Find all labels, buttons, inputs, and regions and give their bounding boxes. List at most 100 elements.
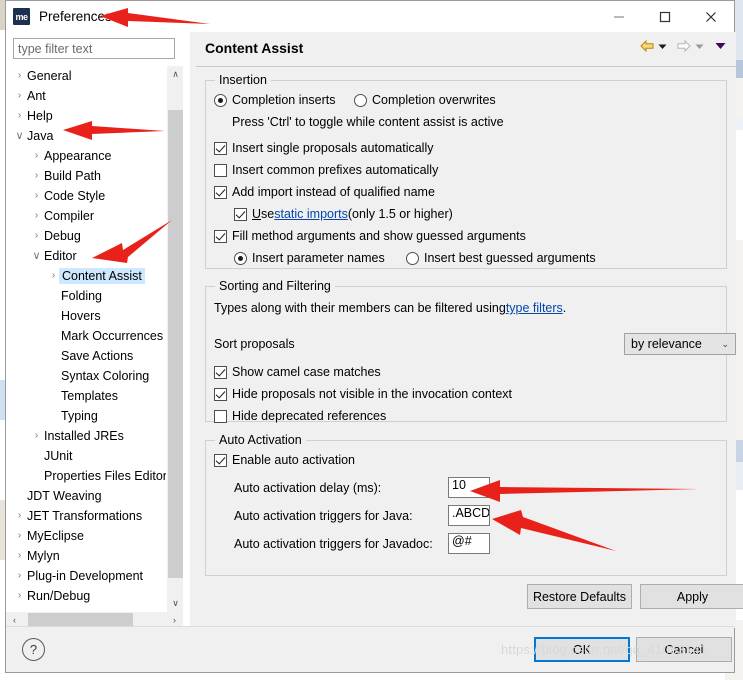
- tree-item[interactable]: › Compiler: [6, 206, 166, 226]
- checkbox-indicator: [214, 229, 227, 243]
- tree-item-label: Content Assist: [59, 268, 145, 284]
- scroll-down-icon[interactable]: ∨: [167, 595, 184, 612]
- tree-item[interactable]: › Debug: [6, 226, 166, 246]
- tree-item[interactable]: Save Actions: [6, 346, 166, 366]
- tree-item-label: Build Path: [44, 169, 101, 183]
- use-static-imports-checkbox[interactable]: Use static imports (only 1.5 or higher): [234, 207, 453, 221]
- chevron-right-icon[interactable]: ›: [12, 551, 27, 561]
- java-triggers-label: Auto activation triggers for Java:: [234, 509, 413, 523]
- tree-item[interactable]: Hovers: [6, 306, 166, 326]
- add-import-checkbox[interactable]: Add import instead of qualified name: [214, 185, 435, 199]
- tree-item[interactable]: › JET Transformations: [6, 506, 166, 526]
- enable-auto-activation-checkbox[interactable]: Enable auto activation: [214, 453, 355, 467]
- help-icon[interactable]: ?: [22, 638, 45, 661]
- insert-parameter-names-radio[interactable]: Insert parameter names: [234, 251, 385, 265]
- chevron-right-icon[interactable]: ›: [12, 71, 27, 81]
- hide-not-visible-checkbox[interactable]: Hide proposals not visible in the invoca…: [214, 387, 512, 401]
- chevron-right-icon[interactable]: ›: [12, 111, 27, 121]
- tree-vertical-scrollbar[interactable]: ∧ ∨: [166, 66, 183, 612]
- maximize-button[interactable]: [642, 1, 688, 32]
- tree-item[interactable]: › Build Path: [6, 166, 166, 186]
- cancel-button[interactable]: Cancel: [636, 637, 732, 662]
- checkbox-indicator: [214, 163, 227, 177]
- tree-item[interactable]: JDT Weaving: [6, 486, 166, 506]
- insert-parameter-names-label: Insert parameter names: [252, 251, 385, 265]
- java-triggers-input[interactable]: .ABCD: [448, 505, 490, 526]
- tree-item[interactable]: Templates: [6, 386, 166, 406]
- chevron-right-icon[interactable]: ›: [29, 431, 44, 441]
- preference-tree[interactable]: › General › Ant › Help ∨ Java › Appearance › Build …: [6, 66, 166, 612]
- apply-button[interactable]: Apply: [640, 584, 743, 609]
- completion-overwrites-radio[interactable]: Completion overwrites: [354, 93, 496, 107]
- show-camel-case-checkbox[interactable]: Show camel case matches: [214, 365, 381, 379]
- fill-method-arguments-checkbox[interactable]: Fill method arguments and show guessed a…: [214, 229, 526, 243]
- chevron-right-icon[interactable]: ›: [12, 531, 27, 541]
- insert-best-guessed-radio[interactable]: Insert best guessed arguments: [406, 251, 596, 265]
- chevron-right-icon[interactable]: ›: [29, 151, 44, 161]
- chevron-right-icon[interactable]: ›: [12, 591, 27, 601]
- dialog-body: ›General›Ant›Help∨Java›Appearance›Build …: [6, 32, 743, 628]
- tree-item-label: General: [27, 69, 72, 83]
- sort-proposals-select[interactable]: by relevance ⌄: [624, 333, 736, 355]
- back-dropdown-triangle-icon[interactable]: [658, 42, 667, 51]
- insert-common-prefixes-label: Insert common prefixes automatically: [232, 163, 439, 177]
- restore-defaults-button[interactable]: Restore Defaults: [527, 584, 632, 609]
- tree-item[interactable]: › General: [6, 66, 166, 86]
- hide-deprecated-checkbox[interactable]: Hide deprecated references: [214, 409, 386, 423]
- tree-item-label: Code Style: [44, 189, 106, 203]
- chevron-right-icon[interactable]: ›: [29, 211, 44, 221]
- tree-item[interactable]: › Ant: [6, 86, 166, 106]
- tree-item[interactable]: ∨ Java: [6, 126, 166, 146]
- tree-item[interactable]: Typing: [6, 406, 166, 426]
- filter-input[interactable]: [13, 38, 175, 59]
- forward-arrow-icon: [676, 39, 692, 53]
- minimize-button[interactable]: [596, 1, 642, 32]
- view-menu-triangle-icon[interactable]: [715, 41, 726, 51]
- chevron-right-icon[interactable]: ›: [12, 571, 27, 581]
- back-arrow-icon[interactable]: [639, 39, 655, 53]
- tree-item[interactable]: › Appearance: [6, 146, 166, 166]
- tree-item[interactable]: › Installed JREs: [6, 426, 166, 446]
- fill-method-arguments-label: Fill method arguments and show guessed a…: [232, 229, 526, 243]
- tree-item[interactable]: › Content Assist: [6, 266, 166, 286]
- forward-dropdown-triangle-icon: [695, 42, 704, 51]
- insert-single-proposals-checkbox[interactable]: Insert single proposals automatically: [214, 141, 434, 155]
- tree-item[interactable]: › Run/Debug: [6, 586, 166, 606]
- tree-item[interactable]: › Mylyn: [6, 546, 166, 566]
- tree-item[interactable]: Folding: [6, 286, 166, 306]
- tree-item[interactable]: Syntax Coloring: [6, 366, 166, 386]
- tree-item[interactable]: JUnit: [6, 446, 166, 466]
- tree-item-label: Installed JREs: [44, 429, 124, 443]
- insertion-group: Insertion Completion inserts Completion …: [205, 73, 727, 269]
- completion-inserts-radio[interactable]: Completion inserts: [214, 93, 336, 107]
- tree-item[interactable]: › Help: [6, 106, 166, 126]
- tree-item[interactable]: Properties Files Editor: [6, 466, 166, 486]
- sort-proposals-label: Sort proposals: [214, 337, 295, 351]
- tree-item[interactable]: › MyEclipse: [6, 526, 166, 546]
- insert-best-guessed-label: Insert best guessed arguments: [424, 251, 596, 265]
- radio-indicator: [214, 93, 227, 107]
- insert-common-prefixes-checkbox[interactable]: Insert common prefixes automatically: [214, 163, 438, 177]
- chevron-right-icon[interactable]: ›: [12, 511, 27, 521]
- chevron-right-icon[interactable]: ›: [29, 171, 44, 181]
- tree-item[interactable]: › Code Style: [6, 186, 166, 206]
- chevron-down-icon[interactable]: ∨: [12, 130, 27, 142]
- tree-item[interactable]: Mark Occurrences: [6, 326, 166, 346]
- close-button[interactable]: [688, 1, 734, 32]
- tree-vertical-scroll-thumb[interactable]: [168, 110, 183, 578]
- chevron-right-icon[interactable]: ›: [29, 191, 44, 201]
- ok-button[interactable]: OK: [534, 637, 630, 662]
- static-imports-link[interactable]: static imports: [274, 207, 348, 221]
- scroll-up-icon[interactable]: ∧: [167, 66, 184, 83]
- type-filters-link[interactable]: type filters: [506, 301, 563, 315]
- javadoc-triggers-input[interactable]: @#: [448, 533, 490, 554]
- chevron-right-icon[interactable]: ›: [29, 231, 44, 241]
- chevron-down-icon[interactable]: ∨: [29, 250, 44, 262]
- completion-overwrites-label: Completion overwrites: [372, 93, 496, 107]
- auto-activation-delay-input[interactable]: 10: [448, 477, 490, 498]
- tree-horizontal-scroll-thumb[interactable]: [28, 613, 133, 627]
- window-controls: [596, 1, 734, 32]
- tree-item[interactable]: › Plug-in Development: [6, 566, 166, 586]
- chevron-right-icon[interactable]: ›: [12, 91, 27, 101]
- tree-item[interactable]: ∨ Editor: [6, 246, 166, 266]
